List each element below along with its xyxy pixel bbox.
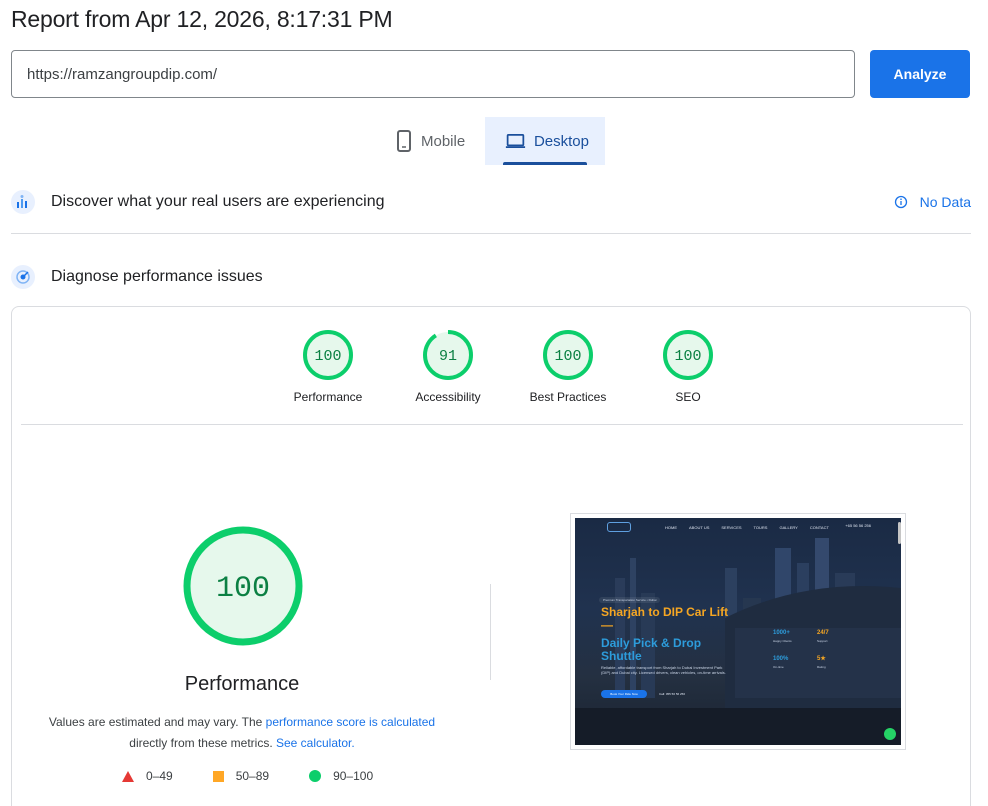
gauge-label: Accessibility <box>415 390 481 404</box>
triangle-icon <box>122 770 134 782</box>
site-nav: HOME ABOUT US SERVICES TOURS GALLERY CON… <box>665 525 829 530</box>
gauge-label: SEO <box>675 390 701 404</box>
estimate-note: Values are estimated and may vary. The p… <box>42 712 442 754</box>
site-nav-item: SERVICES <box>721 525 742 530</box>
info-icon <box>894 195 907 209</box>
site-stat-value: 5★ <box>817 656 826 662</box>
device-tabs: Mobile Desktop <box>375 117 605 165</box>
laptop-icon <box>505 134 526 148</box>
url-input[interactable] <box>11 50 855 98</box>
gauge-ring: 100 <box>543 330 593 380</box>
lab-data-title: Diagnose performance issues <box>51 268 263 285</box>
section-divider <box>11 233 971 234</box>
main-performance-gauge: 100 <box>183 526 303 646</box>
gauge-score: 100 <box>674 348 701 365</box>
legend-average: 50–89 <box>212 769 270 783</box>
analyze-button[interactable]: Analyze <box>870 50 970 98</box>
gauge-score: 100 <box>314 348 341 365</box>
gauge-label: Best Practices <box>529 390 607 404</box>
gauge-accessibility[interactable]: 91 Accessibility <box>388 329 508 404</box>
score-legend: 0–49 50–89 90–100 <box>122 769 373 783</box>
gauge-seo[interactable]: 100 SEO <box>628 329 748 404</box>
tab-desktop[interactable]: Desktop <box>485 117 605 165</box>
site-stat-label: Happy Clients <box>773 639 792 643</box>
legend-range: 0–49 <box>146 769 173 783</box>
see-calculator-link[interactable]: See calculator. <box>276 736 355 750</box>
gauge-best-practices[interactable]: 100 Best Practices <box>508 329 628 404</box>
users-chart-icon <box>11 190 35 214</box>
legend-range: 50–89 <box>235 769 270 783</box>
site-stat-label: On-time <box>773 665 784 669</box>
site-stat: 100% On-time <box>773 656 788 670</box>
page-screenshot: HOME ABOUT US SERVICES TOURS GALLERY CON… <box>570 513 906 750</box>
site-stat: 24/7 Support <box>817 630 829 644</box>
main-gauge-label: Performance <box>184 673 300 695</box>
gauge-performance[interactable]: 100 Performance <box>268 329 388 404</box>
legend-fail: 0–49 <box>122 769 173 783</box>
site-description: Reliable, affordable transport from Shar… <box>601 665 726 675</box>
lab-data-header: Diagnose performance issues <box>11 265 971 289</box>
legend-pass: 90–100 <box>309 769 373 783</box>
gauge-score: 91 <box>439 348 457 365</box>
no-data-label: No Data <box>919 194 971 210</box>
field-data-title: Discover what your real users are experi… <box>51 193 385 210</box>
site-stat-value: 24/7 <box>817 630 829 636</box>
gauge-ring: 100 <box>303 330 353 380</box>
main-gauge-score: 100 <box>216 572 270 606</box>
site-stat-label: Support <box>817 639 828 643</box>
screenshot-content: HOME ABOUT US SERVICES TOURS GALLERY CON… <box>575 518 901 745</box>
tab-mobile[interactable]: Mobile <box>375 117 485 165</box>
note-text-2: directly from these metrics. <box>129 736 276 750</box>
site-logo <box>607 522 631 532</box>
site-badge: Premium Transportation Service • Dubai <box>599 597 661 603</box>
site-nav-item: GALLERY <box>779 525 798 530</box>
report-title: Report from Apr 12, 2026, 8:17:31 PM <box>11 6 393 32</box>
field-data-header: Discover what your real users are experi… <box>11 190 971 214</box>
gauge-label: Performance <box>293 390 363 404</box>
site-stat-label: Rating <box>817 665 826 669</box>
site-phone: +65 56 56 256 <box>845 523 871 528</box>
score-calculated-link[interactable]: performance score is calculated <box>266 715 435 729</box>
legend-range: 90–100 <box>333 769 374 783</box>
square-icon <box>212 770 224 782</box>
vertical-divider <box>490 584 491 680</box>
lab-panel: 100 Performance 91 Accessibility 100 Bes… <box>11 306 971 806</box>
circle-icon <box>309 770 322 782</box>
panel-divider <box>21 424 963 425</box>
site-nav-item: HOME <box>665 525 677 530</box>
screenshot-scrollbar <box>898 522 901 544</box>
tab-mobile-label: Mobile <box>421 132 466 150</box>
gauge-ring: 100 <box>663 330 713 380</box>
site-nav-item: TOURS <box>753 525 768 530</box>
diagnose-icon <box>11 265 35 289</box>
note-text-1: Values are estimated and may vary. The <box>48 715 266 729</box>
gauge-score: 100 <box>554 348 581 365</box>
tab-desktop-label: Desktop <box>533 132 589 150</box>
gauge-ring: 91 <box>423 330 473 380</box>
site-cta-button: Book Your Ride Now <box>601 690 647 698</box>
site-stat: 5★ Rating <box>817 656 826 670</box>
score-gauges: 100 Performance 91 Accessibility 100 Bes… <box>268 329 748 404</box>
site-stat: 1000+ Happy Clients <box>773 630 792 644</box>
site-stat-value: 100% <box>773 656 789 662</box>
site-heading-1: Sharjah to DIP Car Lift — <box>601 605 729 632</box>
whatsapp-icon <box>884 728 896 740</box>
site-heading-2: Daily Pick & Drop Shuttle <box>601 636 702 663</box>
no-data-link[interactable]: No Data <box>894 194 971 210</box>
site-nav-item: CONTACT <box>809 525 829 530</box>
phone-icon <box>397 130 411 152</box>
site-call-text: Call: 055 56 56 256 <box>659 692 686 696</box>
site-nav-item: ABOUT US <box>689 525 710 530</box>
site-stat-value: 1000+ <box>773 630 790 636</box>
